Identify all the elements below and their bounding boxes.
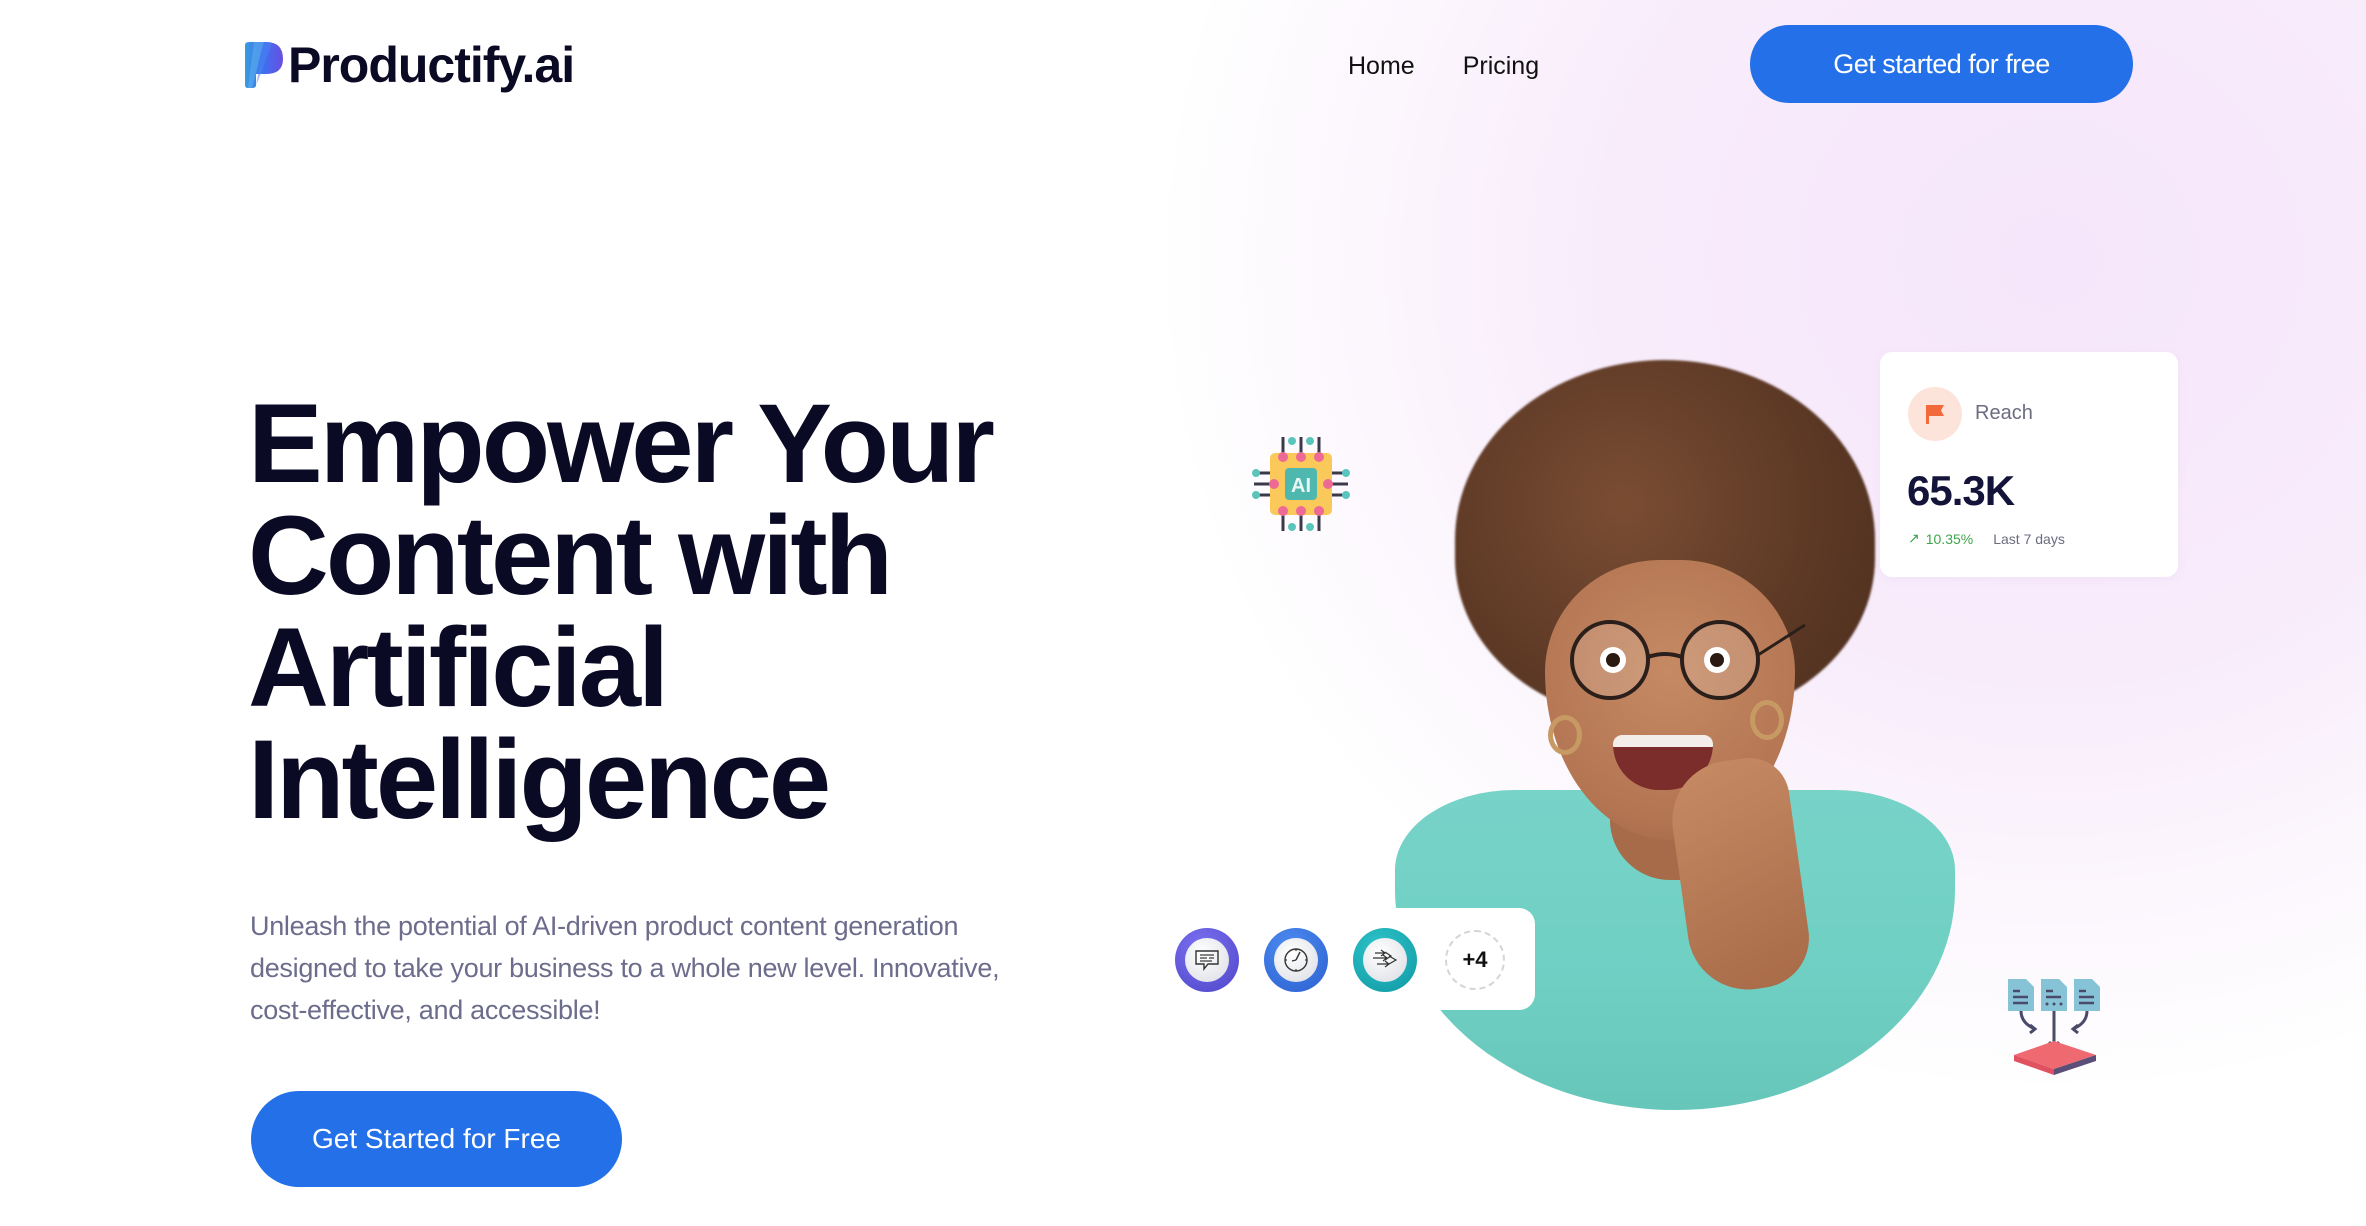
chat-message-icon: [1195, 950, 1219, 971]
ai-chip-label: AI: [1291, 475, 1311, 497]
nav-link-home[interactable]: Home: [1348, 52, 1415, 81]
get-started-hero-button[interactable]: Get Started for Free: [251, 1091, 622, 1187]
reach-trend-period: Last 7 days: [1993, 530, 2065, 547]
fast-forward-arrows-icon: [1373, 949, 1398, 968]
nav-links: Home Pricing: [1348, 52, 1539, 81]
hero-title: Empower Your Content with Artificial Int…: [248, 388, 1148, 836]
tools-card: +4: [1165, 908, 1535, 1010]
portrait-glasses: [1570, 620, 1806, 700]
hero-subtitle: Unleash the potential of AI-driven produ…: [250, 911, 1000, 1025]
hero-title-line: Empower Your: [248, 381, 995, 506]
hero-title-line: Content with: [248, 493, 893, 618]
reach-trend-percent: 10.35%: [1925, 530, 1974, 547]
reach-label: Reach: [1975, 402, 2033, 424]
earring-right: [1750, 700, 1784, 740]
clock-icon: [1284, 948, 1308, 972]
reach-trend: ↗ 10.35% Last 7 days: [1908, 530, 2065, 547]
hero-title-line: Intelligence: [248, 717, 831, 842]
logo[interactable]: Productify.ai: [242, 37, 575, 93]
hero-title-line: Artificial: [248, 605, 669, 730]
reach-value: 65.3K: [1907, 467, 2015, 514]
tool-chat-button[interactable]: [1175, 928, 1239, 992]
flag-icon: [1926, 405, 1944, 424]
tool-clock-button[interactable]: [1264, 928, 1328, 992]
reach-stat-card: Reach 65.3K ↗ 10.35% Last 7 days: [1880, 352, 2178, 577]
documents-merge-icon: [2008, 979, 2100, 1075]
reach-icon-badge: [1908, 387, 1962, 441]
earring-left: [1548, 715, 1582, 755]
tool-fast-forward-button[interactable]: [1353, 928, 1417, 992]
ai-chip-icon: AI: [1252, 437, 1350, 531]
top-navigation: Productify.ai Home Pricing Get started f…: [0, 0, 2366, 130]
get-started-nav-button[interactable]: Get started for free: [1750, 25, 2133, 103]
more-tools-button[interactable]: +4: [1445, 930, 1505, 990]
logo-text: Productify.ai: [288, 37, 575, 93]
logo-p-icon: [245, 42, 283, 88]
nav-link-pricing[interactable]: Pricing: [1463, 52, 1539, 81]
arrow-up-right-icon: ↗: [1908, 530, 1920, 546]
